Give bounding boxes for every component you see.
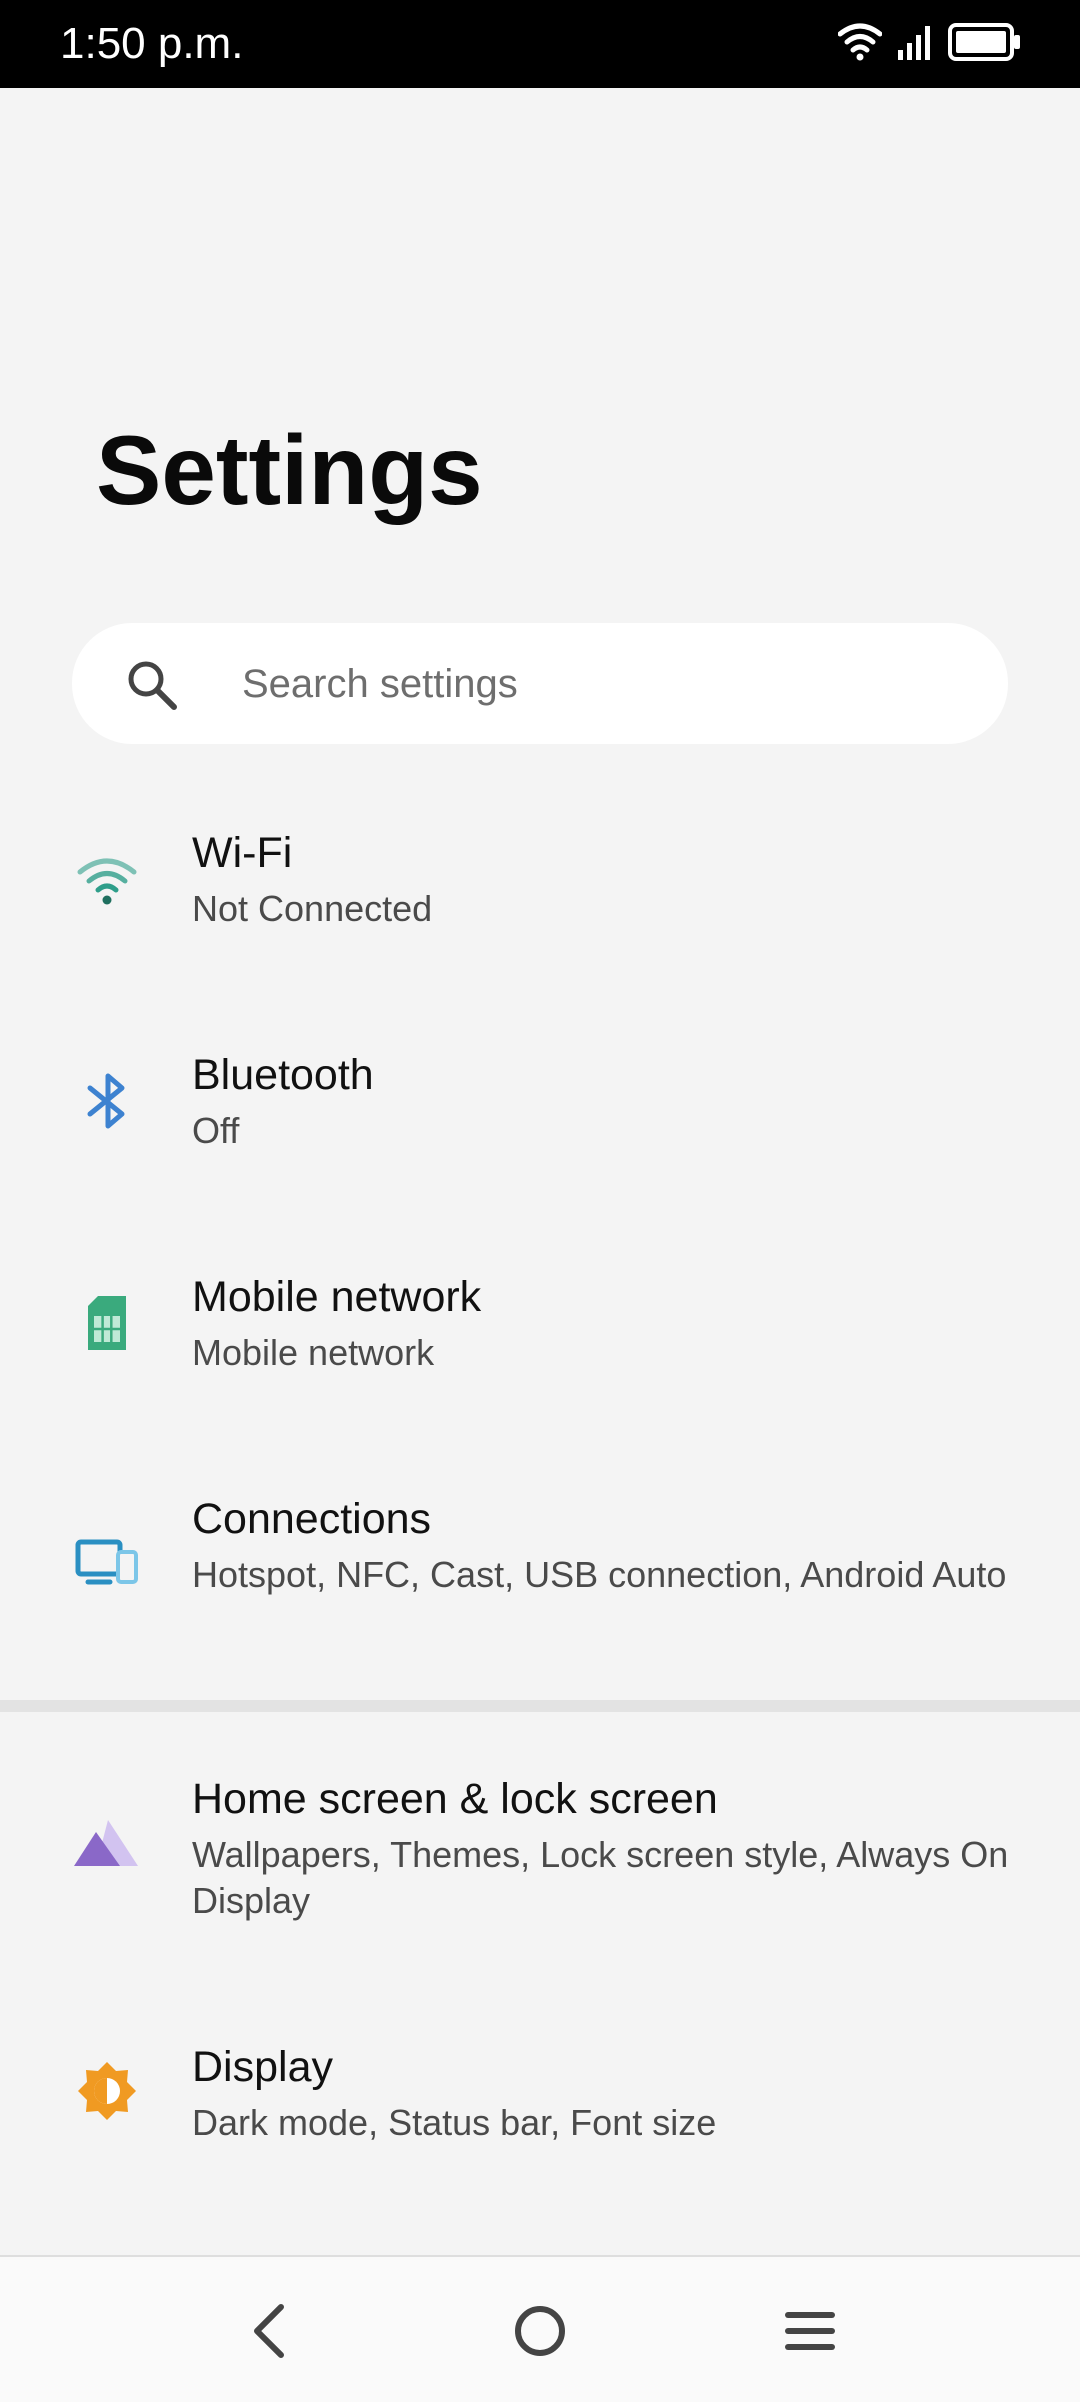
settings-item-wifi[interactable]: Wi-Fi Not Connected (0, 800, 1080, 980)
back-icon (245, 2301, 295, 2366)
display-title: Display (192, 2043, 333, 2091)
bluetooth-icon (72, 1066, 142, 1136)
section-divider (0, 1700, 1080, 1712)
wifi-status-icon (837, 22, 883, 67)
search-bar[interactable] (72, 623, 1008, 744)
recents-button[interactable] (770, 2293, 850, 2373)
sim-card-icon (72, 1288, 142, 1358)
status-icons (837, 22, 1022, 67)
back-button[interactable] (230, 2293, 310, 2373)
navigation-bar (0, 2255, 1080, 2402)
settings-item-home-lock-screen[interactable]: Home screen & lock screen Wallpapers, Th… (0, 1746, 1080, 1956)
settings-item-display[interactable]: Display Dark mode, Status bar, Font size (0, 2014, 1080, 2194)
bluetooth-title: Bluetooth (192, 1051, 374, 1099)
menu-icon (780, 2301, 840, 2366)
wallpaper-icon (72, 1806, 142, 1876)
wifi-title: Wi-Fi (192, 829, 293, 877)
brightness-icon (72, 2056, 142, 2126)
status-bar: 1:50 p.m. (0, 0, 1080, 88)
connections-title: Connections (192, 1495, 432, 1543)
search-icon (124, 657, 180, 713)
display-subtitle: Dark mode, Status bar, Font size (192, 2102, 717, 2143)
settings-item-mobile-network[interactable]: Mobile network Mobile network (0, 1244, 1080, 1424)
settings-item-bluetooth[interactable]: Bluetooth Off (0, 1022, 1080, 1202)
mobile-network-title: Mobile network (192, 1273, 482, 1321)
search-input[interactable] (240, 653, 964, 715)
devices-icon (72, 1528, 142, 1598)
settings-item-connections[interactable]: Connections Hotspot, NFC, Cast, USB conn… (0, 1466, 1080, 1676)
wifi-status: Not Connected (192, 888, 433, 929)
home-lock-screen-subtitle: Wallpapers, Themes, Lock screen style, A… (192, 1834, 1009, 1921)
signal-icon (896, 22, 934, 67)
page-title: Settings (96, 415, 483, 525)
mobile-network-subtitle: Mobile network (192, 1332, 435, 1373)
wifi-icon (72, 842, 142, 912)
home-icon (510, 2301, 570, 2366)
bluetooth-status: Off (192, 1110, 240, 1151)
home-button[interactable] (500, 2293, 580, 2373)
status-time: 1:50 p.m. (60, 19, 244, 68)
home-lock-screen-title: Home screen & lock screen (192, 1775, 718, 1823)
connections-subtitle: Hotspot, NFC, Cast, USB connection, Andr… (192, 1554, 1007, 1595)
battery-icon (948, 22, 1022, 67)
